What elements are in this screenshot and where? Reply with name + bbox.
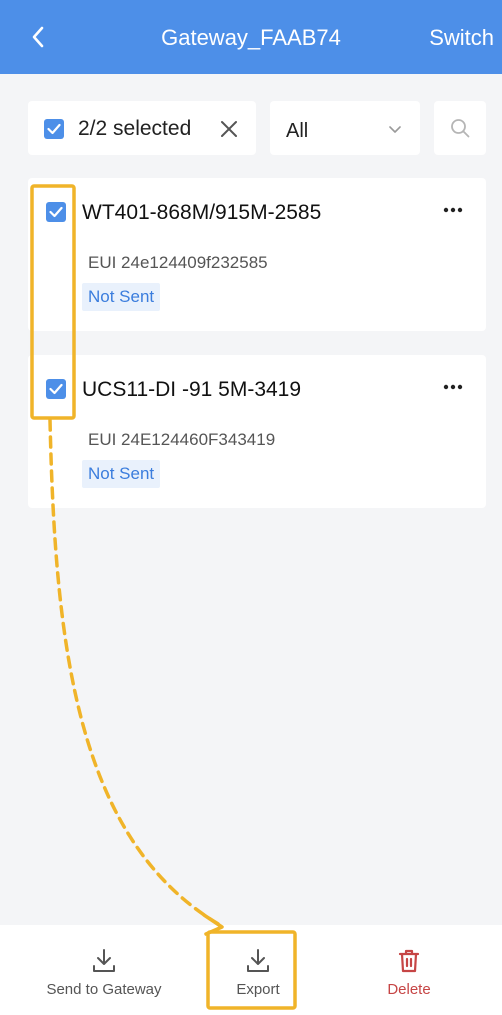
delete-label: Delete xyxy=(387,981,431,998)
top-app-bar: Gateway_FAAB74 Switch xyxy=(0,0,502,74)
close-icon xyxy=(221,121,237,137)
trash-icon xyxy=(398,949,420,973)
page-title: Gateway_FAAB74 xyxy=(161,25,341,50)
device-eui: EUI 24E124460F343419 xyxy=(88,430,276,449)
more-options-icon[interactable] xyxy=(442,204,464,216)
device-card[interactable]: WT401-868M/915M-2585 EUI 24e124409f23258… xyxy=(28,178,486,331)
device-name: UCS11-DI -91 5M-3419 xyxy=(82,378,302,401)
device-checkbox[interactable] xyxy=(46,379,66,399)
select-all-checkbox[interactable] xyxy=(44,119,64,139)
send-to-gateway-button[interactable]: Send to Gateway xyxy=(29,925,179,1015)
search-icon xyxy=(451,119,470,138)
device-card[interactable]: UCS11-DI -91 5M-3419 EUI 24E124460F34341… xyxy=(28,355,486,508)
check-icon xyxy=(47,123,61,135)
delete-button[interactable]: Delete xyxy=(334,925,484,1015)
selection-count: 2/2 selected xyxy=(78,117,192,140)
device-eui: EUI 24e124409f232585 xyxy=(88,253,268,272)
send-to-gateway-label: Send to Gateway xyxy=(46,981,162,998)
export-label: Export xyxy=(236,981,280,998)
clear-selection-button[interactable] xyxy=(217,117,241,141)
bottom-action-bar: Send to Gateway Export Delete xyxy=(0,925,502,1015)
switch-button[interactable]: Switch xyxy=(429,24,494,52)
selection-bar: 2/2 selected xyxy=(28,101,256,155)
search-button[interactable] xyxy=(434,101,486,155)
status-badge: Not Sent xyxy=(82,460,161,488)
check-icon xyxy=(49,206,63,218)
device-checkbox[interactable] xyxy=(46,202,66,222)
export-button[interactable]: Export xyxy=(183,925,333,1015)
download-icon xyxy=(247,949,269,972)
filter-value: All xyxy=(286,120,309,142)
check-icon xyxy=(49,383,63,395)
more-options-icon[interactable] xyxy=(442,381,464,393)
download-icon xyxy=(93,949,115,972)
filter-dropdown[interactable]: All xyxy=(270,101,420,155)
chevron-down-icon xyxy=(389,126,401,133)
status-badge: Not Sent xyxy=(82,283,161,311)
device-name: WT401-868M/915M-2585 xyxy=(82,201,322,224)
